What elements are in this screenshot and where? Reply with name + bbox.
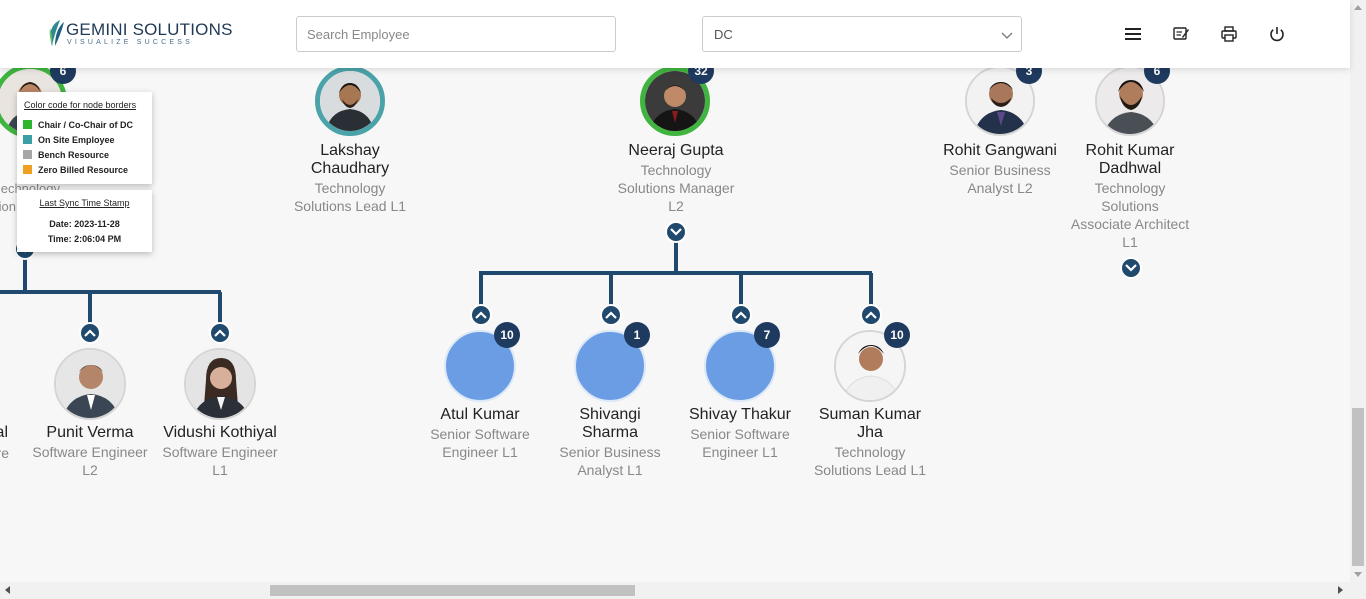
employee-title: Senior Software Engineer L1 (430, 426, 530, 460)
scroll-right-arrow-icon[interactable] (1338, 586, 1343, 594)
employee-name: al (0, 424, 8, 441)
search-employee-input[interactable] (296, 16, 616, 52)
employee-name: Shivay Thakur (689, 406, 791, 423)
department-select[interactable]: DC (702, 16, 1022, 52)
scrollbar-corner (1350, 582, 1366, 599)
print-icon[interactable] (1218, 23, 1240, 45)
vertical-scroll-thumb[interactable] (1352, 408, 1364, 566)
avatar (315, 68, 385, 136)
last-sync-panel: Last Sync Time Stamp Date: 2023-11-28 Ti… (17, 190, 152, 252)
horizontal-scroll-thumb[interactable] (270, 585, 635, 596)
expand-toggle[interactable] (600, 304, 622, 326)
legend-item: Bench Resource (23, 147, 146, 162)
expand-toggle[interactable] (730, 304, 752, 326)
reportee-count-badge: 10 (884, 322, 910, 348)
employee-title: Software Engineer L2 (32, 444, 148, 478)
employee-name: Atul Kumar (440, 406, 520, 423)
employee-title: Technology Solutions Lead L1 (813, 444, 927, 478)
logo-tagline: VISUALIZE SUCCESS (67, 39, 193, 46)
sync-title: Last Sync Time Stamp (39, 198, 130, 208)
swatch-grey (23, 150, 32, 159)
employee-title: Senior Software Engineer L1 (690, 426, 790, 460)
employee-name: Neeraj Gupta (628, 142, 724, 159)
employee-name: Shivangi Sharma (579, 406, 641, 441)
feedback-icon[interactable] (1170, 23, 1192, 45)
legend-item: Chair / Co-Chair of DC (23, 117, 146, 132)
employee-title: re (0, 445, 9, 461)
scroll-up-arrow-icon[interactable] (1354, 5, 1362, 10)
menu-icon[interactable] (1122, 23, 1144, 45)
employee-name: Vidushi Kothiyal (163, 424, 277, 441)
employee-name: Rohit Gangwani (943, 142, 1057, 159)
reportee-count-badge: 10 (494, 322, 520, 348)
border-color-legend: Color code for node borders Chair / Co-C… (17, 92, 152, 184)
logo-leaf-icon (49, 20, 64, 46)
org-chart-canvas[interactable]: 6 Ka ad echnology ion Color code for nod… (0, 68, 1350, 582)
expand-toggle[interactable] (209, 322, 231, 344)
reportee-count-badge: 7 (754, 322, 780, 348)
employee-name: Lakshay Chaudhary (310, 142, 390, 177)
legend-item: Zero Billed Resource (23, 162, 146, 177)
employee-title: Technology Solutions Associate Architect L1 (1070, 180, 1190, 250)
scroll-left-arrow-icon[interactable] (5, 586, 10, 594)
reportee-count-badge: 1 (624, 322, 650, 348)
employee-title: Technology Solutions Manager L2 (617, 162, 735, 214)
employee-title: Technology Solutions Lead L1 (293, 180, 407, 214)
employee-name: Suman Kumar Jha (818, 406, 922, 441)
scroll-down-arrow-icon[interactable] (1354, 572, 1362, 577)
collapse-toggle[interactable] (665, 221, 687, 243)
employee-title: Senior Business Analyst L2 (949, 162, 1051, 196)
legend-title: Color code for node borders (24, 100, 137, 110)
employee-name: Punit Verma (46, 424, 134, 441)
collapse-toggle[interactable] (1120, 257, 1142, 279)
swatch-orange (23, 165, 32, 174)
swatch-teal (23, 135, 32, 144)
expand-toggle[interactable] (470, 304, 492, 326)
employee-title: Software Engineer L1 (162, 444, 278, 478)
employee-name: Rohit Kumar Dadhwal (1085, 142, 1175, 177)
app-header: GEMINI SOLUTIONS VISUALIZE SUCCESS DC (0, 0, 1350, 68)
gemini-logo[interactable]: GEMINI SOLUTIONS VISUALIZE SUCCESS (46, 18, 232, 50)
legend-item: On Site Employee (23, 132, 146, 147)
expand-toggle[interactable] (79, 322, 101, 344)
department-select-value: DC (714, 27, 733, 42)
horizontal-scrollbar[interactable] (0, 582, 1350, 599)
employee-title: Senior Business Analyst L1 (559, 444, 661, 478)
sync-time: Time: 2:06:04 PM (47, 234, 122, 244)
chevron-down-icon (1001, 32, 1013, 39)
sync-date: Date: 2023-11-28 (49, 219, 120, 229)
logo-name: GEMINI SOLUTIONS (66, 20, 233, 39)
expand-toggle[interactable] (860, 304, 882, 326)
swatch-green (23, 120, 32, 129)
power-icon[interactable] (1266, 23, 1288, 45)
vertical-scrollbar[interactable] (1350, 0, 1366, 582)
avatar (54, 348, 126, 420)
avatar (184, 348, 256, 420)
